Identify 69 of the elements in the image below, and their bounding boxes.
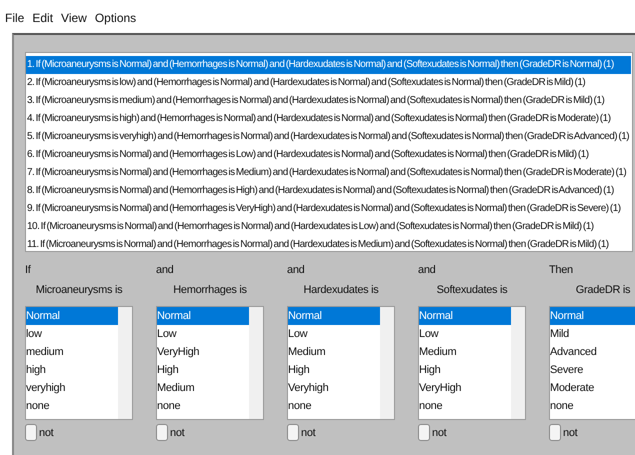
option-item[interactable]: Mild (550, 325, 635, 343)
scrollbar[interactable] (511, 307, 525, 419)
rule-item[interactable]: 7. If (Microaneurysms is Normal) and (Hemorrhages is Medium) and (Hardexudates is Normal) and (Softexudates is Normal) then (GradeDR is Moderate) (1) (26, 164, 631, 182)
menu-item[interactable]: View (61, 11, 87, 30)
rule-item[interactable]: 3. If (Microaneurysms is medium) and (Hemorrhages is Normal) and (Hardexudates is Normal) and (Softexudates is Normal) then (GradeDR is Mild) (1) (26, 92, 631, 110)
option-item[interactable]: Advanced (550, 343, 635, 361)
connector-label: Then (549, 263, 573, 278)
option-item[interactable]: none (157, 397, 249, 415)
variable-label: Softexudates is (436, 283, 508, 298)
rule-item[interactable]: 10. If (Microaneurysms is Normal) and (Hemorrhages is Normal) and (Hardexudates is Low) and (Softexudates is Normal) then (GradeDR is Mild) (1) (26, 218, 631, 236)
connector-label: and (287, 263, 304, 278)
option-item[interactable]: none (288, 397, 380, 415)
menu-item[interactable]: Edit (32, 11, 54, 30)
option-item[interactable]: Normal (288, 307, 380, 325)
option-item[interactable]: Medium (419, 343, 511, 361)
option-item[interactable]: Low (157, 325, 249, 343)
option-item[interactable]: VeryHigh (157, 343, 249, 361)
checkbox-label: not (563, 426, 578, 438)
menu-item[interactable]: File (5, 11, 24, 30)
option-item[interactable]: High (288, 361, 380, 379)
rule-item[interactable]: 4. If (Microaneurysms is high) and (Hemorrhages is Normal) and (Hardexudates is Normal) and (Softexudates is Normal) then (GradeDR is Moderate) (1) (26, 110, 631, 128)
rule-item[interactable]: 8. If (Microaneurysms is Normal) and (Hemorrhages is High) and (Hardexudates is Normal) and (Softexudates is Normal) then (GradeDR is Advanced) (1) (26, 182, 631, 200)
connector-label: and (156, 263, 174, 278)
option-item[interactable]: Severe (550, 361, 635, 379)
option-item[interactable]: low (26, 325, 118, 343)
checkbox-label: not (432, 426, 446, 438)
checkbox-label: not (39, 426, 54, 438)
option-item[interactable]: Low (288, 325, 380, 343)
checkbox-label: not (170, 426, 184, 438)
scrollbar[interactable] (249, 307, 263, 419)
option-item[interactable]: veryhigh (26, 379, 118, 397)
option-item[interactable]: Low (419, 325, 511, 343)
rule-item[interactable]: 6. If (Microaneurysms is Normal) and (Hemorrhages is Low) and (Hardexudates is Normal) and (Softexudates is Normal) then (GradeDR is Mild) (1) (26, 146, 631, 164)
checkbox-label: not (301, 426, 316, 438)
not-checkbox[interactable] (25, 424, 37, 441)
connector-label: If (25, 263, 31, 278)
option-item[interactable]: High (419, 361, 511, 379)
option-item[interactable]: Normal (419, 307, 511, 325)
not-checkbox[interactable] (156, 424, 168, 441)
rule-item[interactable]: 1. If (Microaneurysms is Normal) and (Hemorrhages is Normal) and (Hardexudates is Normal) and (Softexudates is Normal) then (GradeDR is Normal) (1) (26, 56, 631, 74)
option-item[interactable]: medium (26, 343, 118, 361)
option-item[interactable]: VeryHigh (419, 379, 511, 397)
scrollbar[interactable] (118, 307, 132, 419)
option-item[interactable]: high (26, 361, 118, 379)
not-checkbox[interactable] (287, 424, 299, 441)
option-item[interactable]: none (26, 397, 118, 415)
option-item[interactable]: Normal (550, 307, 635, 325)
connector-label: and (418, 263, 436, 278)
option-item[interactable]: Medium (157, 379, 249, 397)
option-item[interactable]: Veryhigh (288, 379, 380, 397)
not-checkbox[interactable] (418, 424, 430, 441)
option-item[interactable]: none (550, 397, 635, 415)
option-item[interactable]: Normal (26, 307, 118, 325)
rule-item[interactable]: 11. If (Microaneurysms is Normal) and (Hemorrhages is Normal) and (Hardexudates is Medium) and (Softexudates is Normal) then (GradeDR is Mild) (1) (26, 236, 631, 251)
option-item[interactable]: Normal (157, 307, 249, 325)
rule-item[interactable]: 9. If (Microaneurysms is Normal) and (Hemorrhages is VeryHigh) and (Hardexudates is Normal) and (Softexudates is Normal) then (GradeDR is Severe) (1) (26, 200, 631, 218)
option-item[interactable]: High (157, 361, 249, 379)
variable-label: Hemorrhages is (173, 283, 247, 298)
variable-label: GradeDR is (576, 283, 630, 298)
rule-item[interactable]: 2. If (Microaneurysms is low) and (Hemorrhages is Normal) and (Hardexudates is Normal) and (Softexudates is Normal) then (GradeDR is Mild) (1) (26, 74, 631, 92)
option-item[interactable]: Moderate (550, 379, 635, 397)
option-item[interactable]: Medium (288, 343, 380, 361)
menu-item[interactable]: Options (94, 11, 136, 30)
not-checkbox[interactable] (549, 424, 561, 441)
rule-item[interactable]: 5. If (Microaneurysms is veryhigh) and (Hemorrhages is Normal) and (Hardexudates is Normal) and (Softexudates is Normal) then (GradeDR is Advanced) (1) (26, 128, 631, 146)
scrollbar[interactable] (380, 307, 394, 419)
option-item[interactable]: none (419, 397, 511, 415)
variable-label: Microaneurysms is (36, 283, 122, 298)
variable-label: Hardexudates is (304, 283, 378, 298)
